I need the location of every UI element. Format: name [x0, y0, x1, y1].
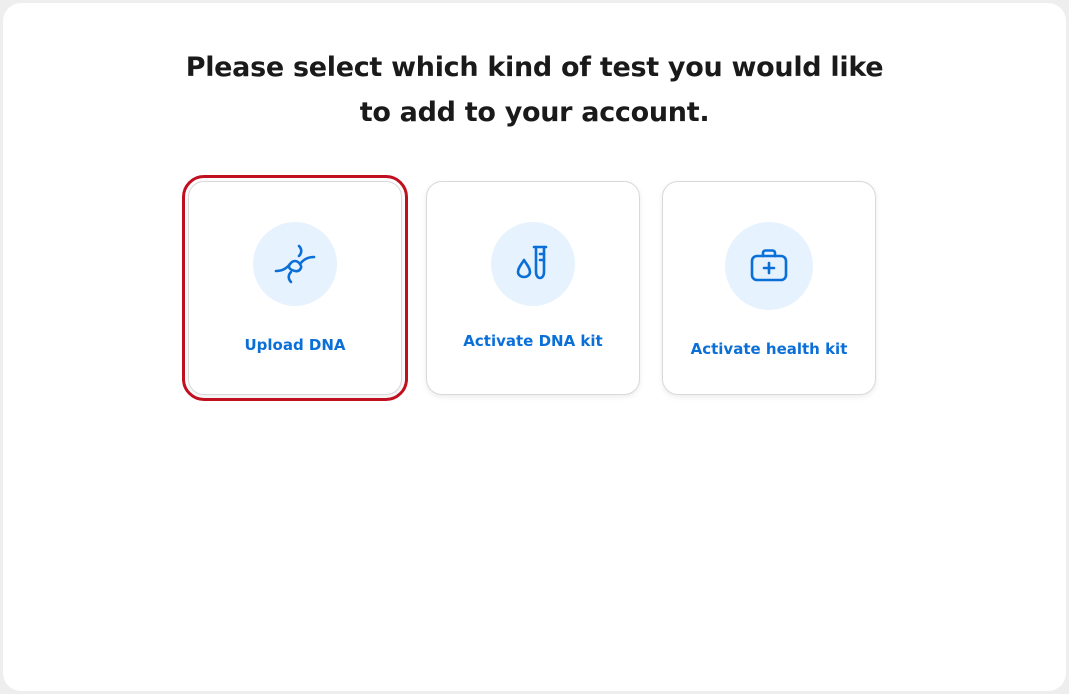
page-title-line-1: Please select which kind of test you wou… [185, 52, 884, 83]
activate-health-kit-icon-circle [725, 222, 813, 310]
activate-dna-kit-icon-circle [491, 222, 575, 306]
upload-dna-label: Upload DNA [244, 336, 346, 354]
activate-dna-kit-label: Activate DNA kit [463, 332, 603, 350]
dna-helix-icon [274, 244, 316, 284]
activate-health-kit-card[interactable]: Activate health kit [662, 181, 876, 395]
test-selection-panel: Please select which kind of test you wou… [3, 3, 1066, 691]
page-title-line-2: to add to your account. [359, 97, 710, 128]
upload-dna-card[interactable]: Upload DNA [182, 175, 408, 401]
activate-health-kit-label: Activate health kit [690, 340, 848, 358]
page-title: Please select which kind of test you wou… [3, 45, 1066, 135]
test-tube-drop-icon [516, 245, 548, 280]
medical-kit-icon [750, 249, 788, 282]
activate-dna-kit-card[interactable]: Activate DNA kit [426, 181, 640, 395]
upload-dna-icon-circle [253, 222, 337, 306]
